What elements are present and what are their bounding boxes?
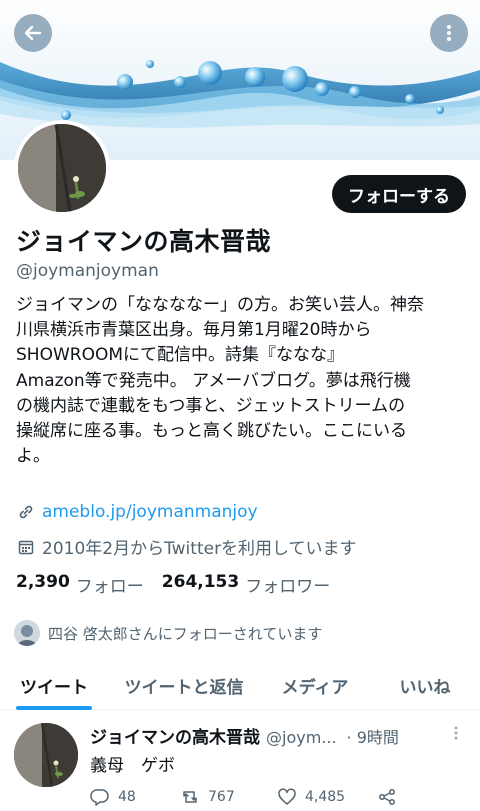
like-button[interactable]: 4,485: [277, 787, 377, 807]
avatar-photo: [18, 124, 106, 212]
tweet-author-name[interactable]: ジョイマンの高木晋哉: [90, 723, 260, 748]
bio-line: 川県横浜市青葉区出身。毎月第1月曜20時から: [16, 320, 372, 341]
followed-by-text: 四谷 啓太郎さんにフォローされています: [48, 624, 323, 643]
more-options-button[interactable]: [430, 14, 468, 52]
more-vertical-icon: [454, 726, 458, 740]
tweet-author-avatar[interactable]: [14, 723, 78, 787]
avatar-photo: [14, 723, 78, 787]
follow-counts: 2,390 フォロー 264,153 フォロワー: [16, 572, 348, 597]
tweet-item[interactable]: ジョイマンの高木晋哉 @joym... · 9時間 義母 ゲボ 48 767 4…: [0, 711, 480, 811]
tweet-actions: 48 767 4,485: [90, 787, 470, 807]
bio-line: Amazon等で発売中。 アメーバブログ。夢は飛行機: [16, 370, 411, 391]
reply-button[interactable]: 48: [90, 787, 180, 807]
followers-link[interactable]: 264,153 フォロワー: [162, 572, 330, 597]
profile-joined-date: 2010年2月からTwitterを利用しています: [42, 539, 357, 559]
following-label: フォロー: [75, 577, 144, 597]
bio-line: よ。: [16, 446, 50, 467]
profile-joined-row: 2010年2月からTwitterを利用しています: [16, 534, 357, 559]
followers-count: 264,153: [161, 572, 240, 592]
tweet-text: 義母 ゲボ: [90, 756, 175, 776]
follower-avatar: [14, 620, 40, 646]
retweet-count: 767: [208, 789, 235, 805]
share-icon: [379, 789, 395, 805]
tab-label: メディア: [281, 677, 349, 698]
tab-tweets-and-replies[interactable]: ツイートと返信: [108, 660, 260, 710]
followed-by-row[interactable]: 四谷 啓太郎さんにフォローされています: [14, 620, 322, 646]
follow-button[interactable]: フォローする: [332, 175, 466, 213]
link-icon: [16, 502, 36, 522]
heart-icon: [278, 788, 296, 805]
profile-website-link[interactable]: ameblo.jp/joymanmanjoy: [42, 502, 258, 522]
more-vertical-icon: [447, 25, 451, 41]
tweet-timestamp[interactable]: · 9時間: [347, 724, 399, 748]
profile-avatar[interactable]: [14, 120, 110, 216]
tab-label: ツイート: [20, 677, 88, 698]
profile-display-name: ジョイマンの高木晋哉: [16, 227, 272, 256]
active-tab-indicator: [16, 706, 92, 710]
bio-line: の機内誌で連載をもつ事と、ジェットストリームの: [16, 395, 406, 416]
tab-tweets[interactable]: ツイート: [0, 660, 108, 710]
retweet-icon: [183, 791, 197, 803]
reply-count: 48: [118, 789, 136, 805]
following-link[interactable]: 2,390 フォロー: [16, 572, 144, 597]
reply-icon: [90, 789, 109, 806]
profile-link-row: ameblo.jp/joymanmanjoy: [16, 502, 258, 522]
profile-handle: @joymanjoyman: [16, 261, 159, 281]
share-button[interactable]: [377, 787, 405, 807]
back-button[interactable]: [14, 14, 52, 52]
retweet-button[interactable]: 767: [180, 787, 277, 807]
tweet-more-button[interactable]: [448, 725, 464, 741]
bio-line: 操縦席に座る事。もっと高く跳びたい。ここにいる: [16, 421, 407, 442]
bio-line: ジョイマンの「ななななー」の方。お笑い芸人。神奈: [16, 295, 424, 315]
tab-likes[interactable]: いいね: [370, 660, 480, 710]
tab-media[interactable]: メディア: [260, 660, 370, 710]
calendar-icon: [16, 537, 36, 557]
like-count: 4,485: [305, 789, 346, 805]
tab-label: いいね: [399, 677, 451, 698]
bio-line: SHOWROOMにて配信中。詩集『ななな』: [16, 345, 345, 366]
tab-label: ツイートと返信: [124, 677, 244, 698]
profile-tabs: ツイート ツイートと返信 メディア いいね: [0, 660, 480, 710]
tweet-author-handle[interactable]: @joym...: [266, 728, 337, 747]
profile-bio: ジョイマンの「ななななー」の方。お笑い芸人。神奈 川県横浜市青葉区出身。毎月第1…: [16, 293, 468, 469]
following-count: 2,390: [16, 572, 70, 592]
arrow-left-icon: [24, 25, 42, 41]
followers-label: フォロワー: [245, 577, 331, 597]
tweet-header: ジョイマンの高木晋哉 @joym... · 9時間: [90, 723, 399, 748]
